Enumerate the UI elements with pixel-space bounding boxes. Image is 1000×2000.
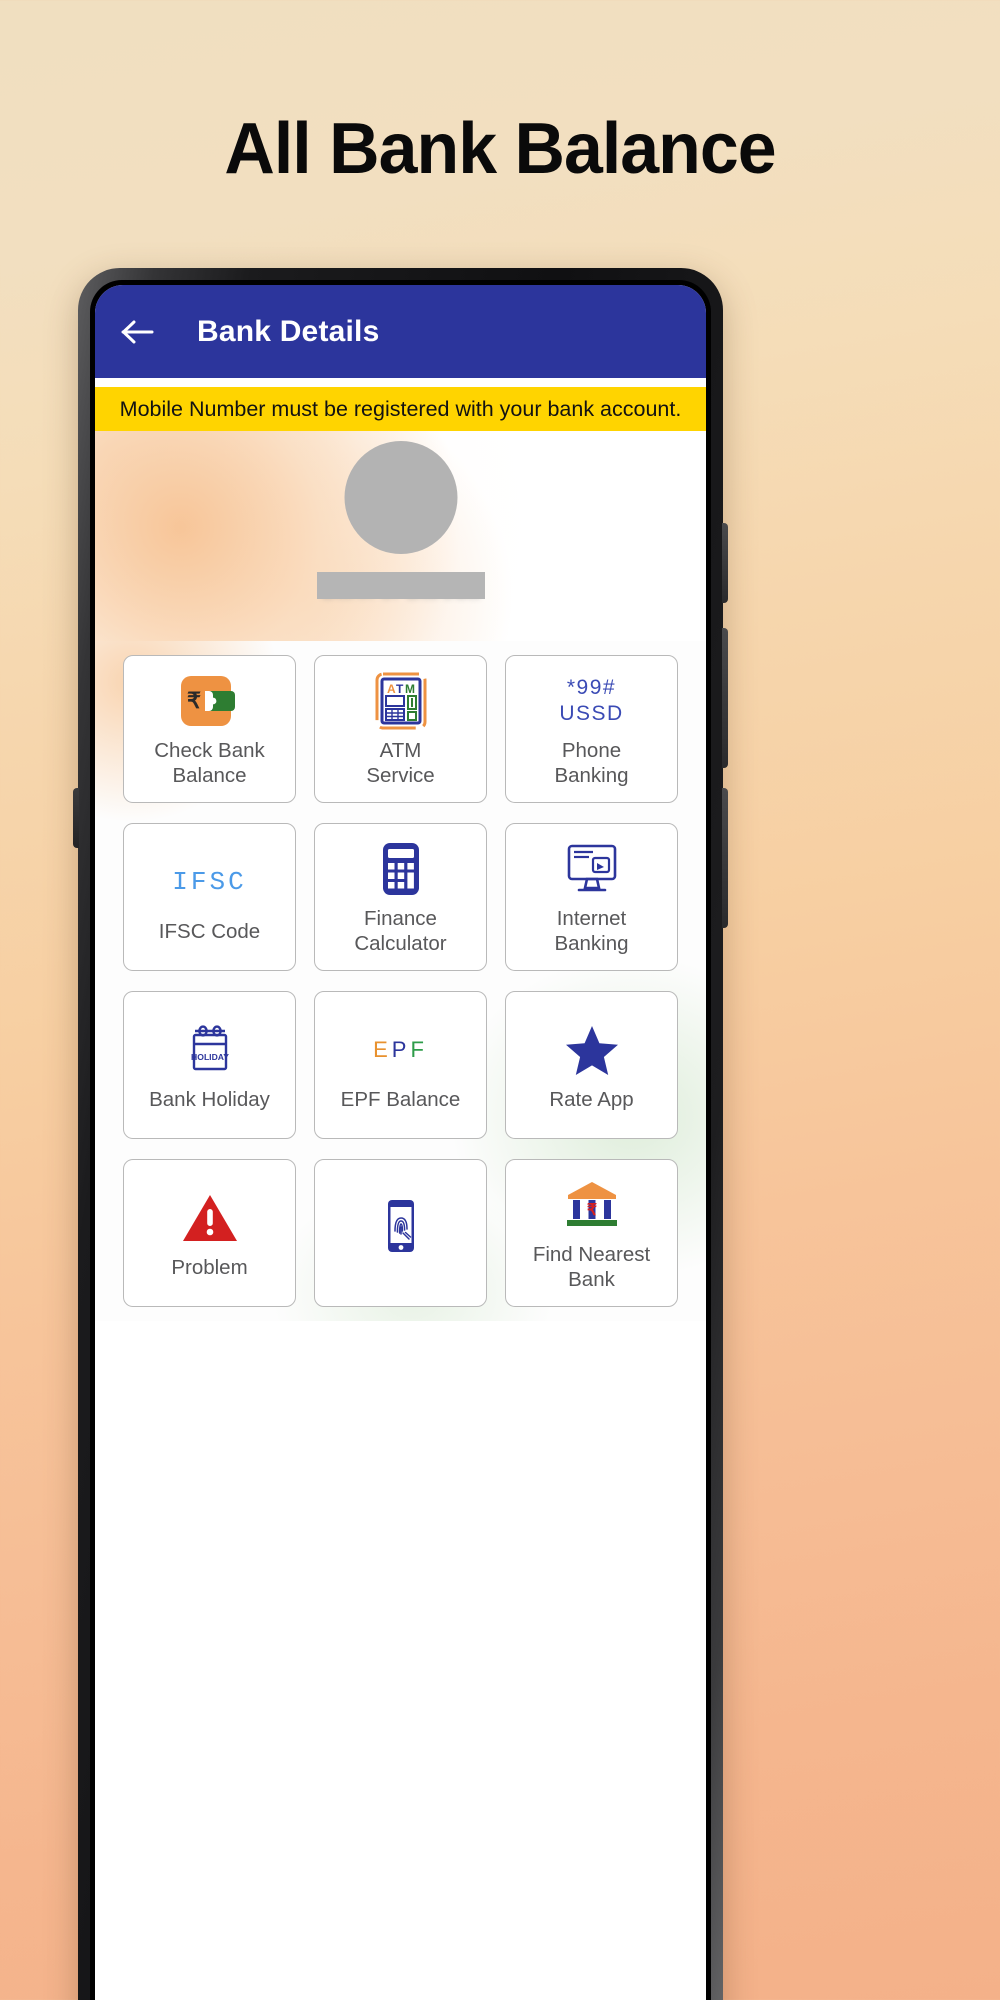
tile-label: IFSC Code bbox=[158, 919, 261, 943]
app-bar-title: Bank Details bbox=[197, 314, 380, 348]
tile-label: EPF Balance bbox=[340, 1087, 461, 1111]
epf-letter-p: P bbox=[391, 1036, 411, 1062]
notice-banner-wrap: Mobile Number must be registered with yo… bbox=[95, 378, 706, 431]
epf-text-icon: EPF bbox=[373, 1019, 428, 1081]
tile-internet-banking[interactable]: Internet Banking bbox=[505, 823, 678, 971]
tile-phone-banking[interactable]: *99# USSD Phone Banking bbox=[505, 655, 678, 803]
tile-label: Finance Calculator bbox=[354, 907, 447, 955]
tile-label: Problem bbox=[171, 1255, 248, 1279]
svg-text:₹: ₹ bbox=[586, 1202, 596, 1219]
back-arrow-icon[interactable] bbox=[117, 311, 159, 353]
warning-triangle-icon bbox=[179, 1187, 241, 1249]
tile-rate-app[interactable]: Rate App bbox=[505, 991, 678, 1139]
phone-right-button-3[interactable] bbox=[722, 788, 728, 928]
notice-banner: Mobile Number must be registered with yo… bbox=[95, 387, 706, 431]
ussd-line-1: *99# bbox=[566, 676, 617, 699]
tile-label: Internet Banking bbox=[554, 907, 629, 955]
tile-fingerprint-banking[interactable] bbox=[314, 1159, 487, 1307]
services-grid: ₹ Check Bank Balance A T M ATM Service *… bbox=[123, 655, 678, 1307]
tile-find-nearest-bank[interactable]: ₹ Find Nearest Bank bbox=[505, 1159, 678, 1307]
svg-text:A: A bbox=[387, 682, 396, 696]
holiday-calendar-text: HOLIDAY bbox=[191, 1052, 229, 1062]
svg-text:M: M bbox=[405, 682, 415, 696]
svg-text:T: T bbox=[396, 682, 404, 696]
calculator-icon bbox=[375, 838, 427, 900]
phone-left-button[interactable] bbox=[73, 788, 79, 848]
phone-screen: Bank Details Mobile Number must be regis… bbox=[95, 285, 706, 2000]
desktop-monitor-icon bbox=[563, 838, 621, 900]
tile-epf-balance[interactable]: EPF EPF Balance bbox=[314, 991, 487, 1139]
bank-building-rupee-icon: ₹ bbox=[562, 1174, 622, 1236]
tile-label: Find Nearest Bank bbox=[532, 1243, 651, 1291]
tile-ifsc-code[interactable]: IFSC IFSC Code bbox=[123, 823, 296, 971]
ussd-code-text-icon: *99# USSD bbox=[559, 670, 623, 732]
svg-text:₹: ₹ bbox=[187, 688, 201, 713]
app-bar: Bank Details bbox=[95, 285, 706, 378]
screen-empty-space bbox=[95, 1321, 706, 1751]
tile-problem[interactable]: Problem bbox=[123, 1159, 296, 1307]
tile-label: Rate App bbox=[549, 1087, 634, 1111]
tile-label: ATM Service bbox=[366, 739, 435, 787]
services-grid-area: ₹ Check Bank Balance A T M ATM Service *… bbox=[95, 641, 706, 1321]
holiday-calendar-icon: HOLIDAY bbox=[182, 1019, 238, 1081]
phone-mockup: Bank Details Mobile Number must be regis… bbox=[73, 268, 728, 2000]
ifsc-icon-text: IFSC bbox=[172, 866, 247, 897]
tile-label: Bank Holiday bbox=[149, 1087, 270, 1111]
ifsc-text-icon: IFSC bbox=[172, 851, 246, 913]
tile-finance-calculator[interactable]: Finance Calculator bbox=[314, 823, 487, 971]
page-title: All Bank Balance bbox=[224, 109, 776, 189]
wallet-rupee-icon: ₹ bbox=[179, 670, 241, 732]
tile-atm-service[interactable]: A T M ATM Service bbox=[314, 655, 487, 803]
tile-bank-holiday[interactable]: HOLIDAY Bank Holiday bbox=[123, 991, 296, 1139]
tile-label: Phone Banking bbox=[554, 739, 629, 787]
epf-letter-e: E bbox=[373, 1036, 392, 1062]
tile-check-bank-balance[interactable]: ₹ Check Bank Balance bbox=[123, 655, 296, 803]
bank-name-redaction bbox=[316, 572, 485, 599]
avatar bbox=[344, 441, 457, 554]
tile-label: Check Bank Balance bbox=[154, 739, 265, 787]
mobile-fingerprint-icon bbox=[379, 1199, 423, 1261]
phone-right-button-2[interactable] bbox=[722, 628, 728, 768]
ussd-line-2: USSD bbox=[559, 702, 624, 725]
atm-machine-icon: A T M bbox=[372, 670, 430, 732]
star-icon bbox=[563, 1019, 621, 1081]
phone-right-button-1[interactable] bbox=[722, 523, 728, 603]
profile-hero: Bank of Baroda bbox=[95, 431, 706, 641]
epf-letter-f: F bbox=[410, 1036, 428, 1062]
phone-bezel: Bank Details Mobile Number must be regis… bbox=[90, 280, 711, 2000]
